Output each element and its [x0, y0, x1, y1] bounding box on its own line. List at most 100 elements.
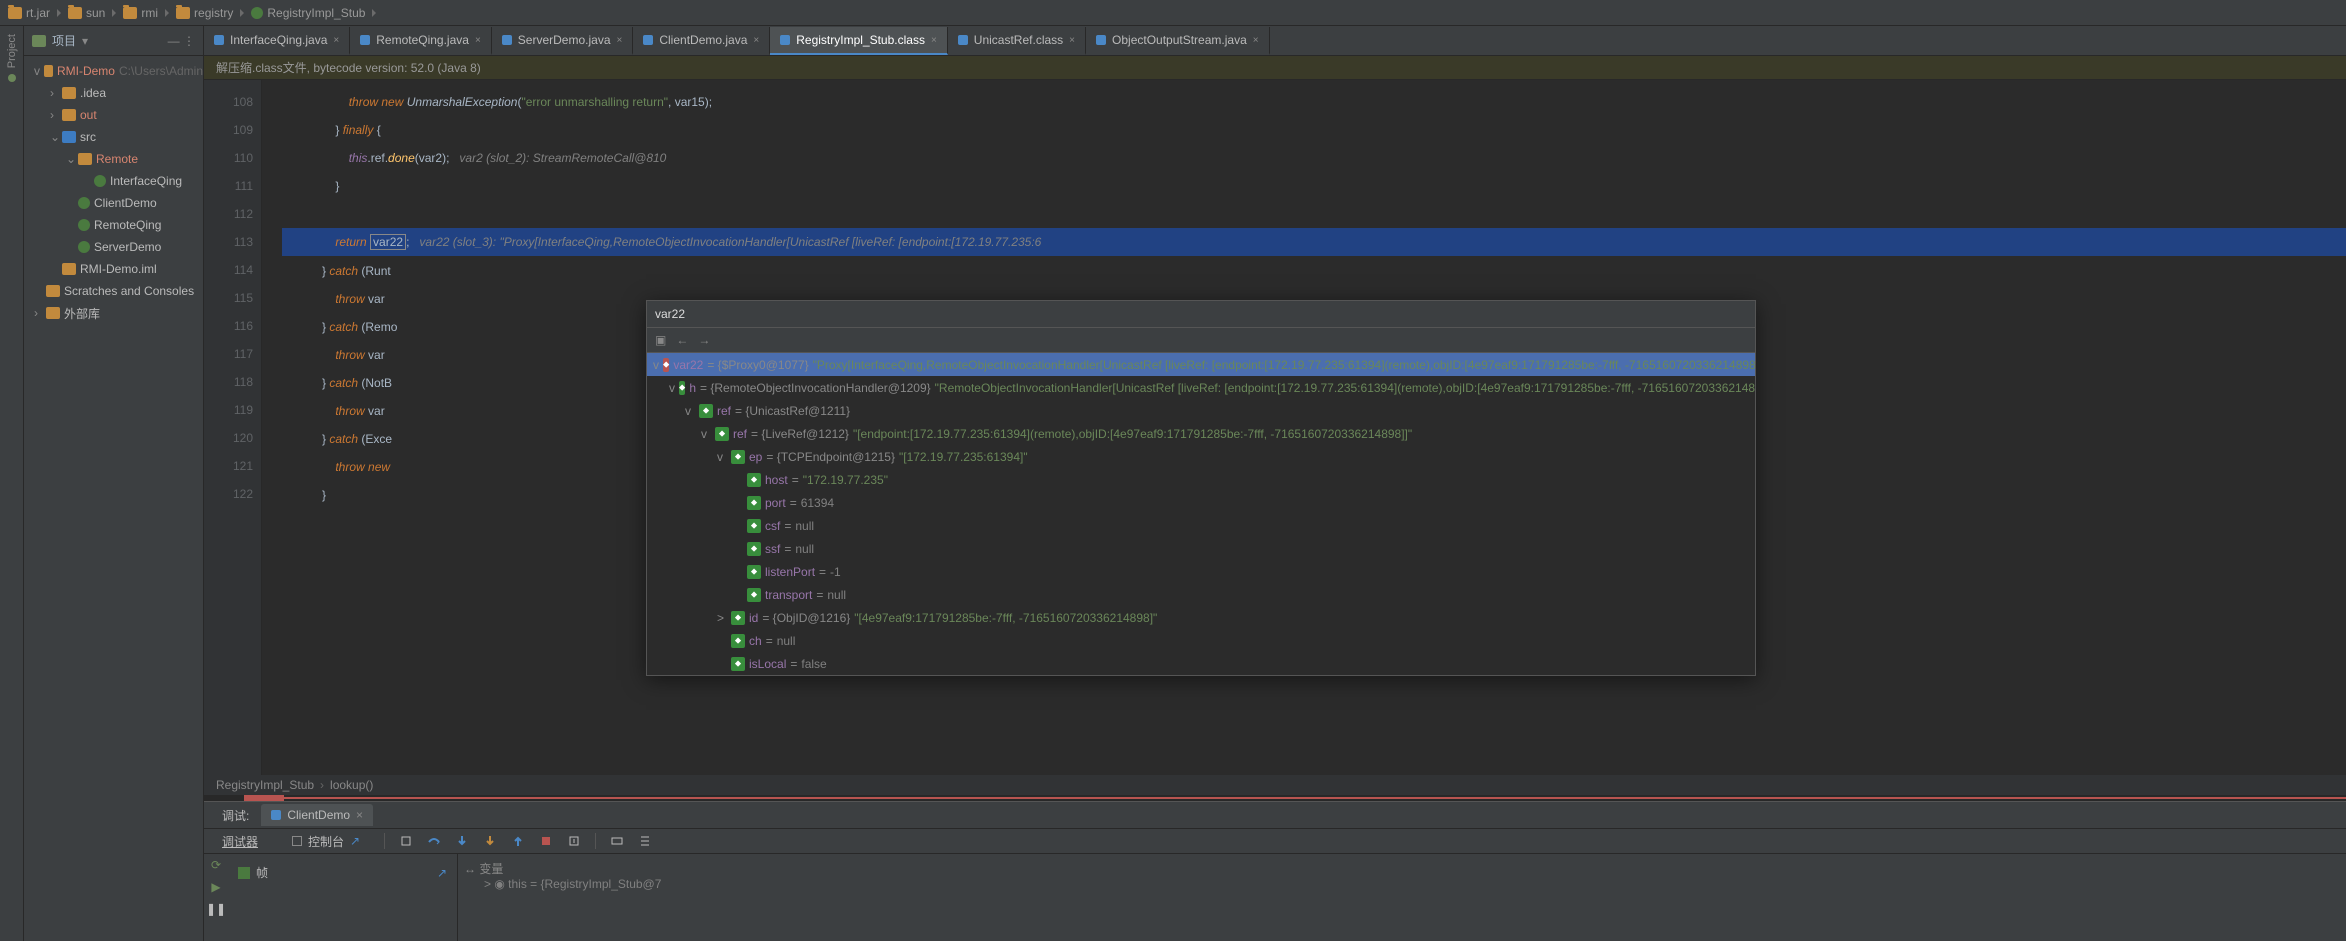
variable-row[interactable]: v⬥ep = {TCPEndpoint@1215} "[172.19.77.23…	[647, 445, 1755, 468]
close-icon[interactable]: ×	[617, 35, 623, 46]
step-out-button[interactable]	[511, 834, 525, 848]
frames-popout-icon[interactable]: ↗	[437, 866, 447, 880]
breadcrumb-item[interactable]: sun	[68, 6, 123, 20]
tree-item[interactable]: ServerDemo	[24, 236, 203, 258]
structure-tool-button[interactable]	[8, 74, 16, 82]
decompile-banner: 解压缩.class文件, bytecode version: 52.0 (Jav…	[204, 56, 2346, 80]
var-tag-icon: ⬥	[731, 634, 745, 648]
popup-nav-back[interactable]: ←	[676, 333, 688, 347]
tree-item[interactable]: RemoteQing	[24, 214, 203, 236]
editor-tab[interactable]: ServerDemo.java×	[492, 27, 634, 55]
jar-icon	[8, 7, 22, 19]
project-tree[interactable]: v RMI-Demo C:\Users\Admin ›.idea›out⌄src…	[24, 56, 203, 941]
tree-item[interactable]: ›out	[24, 104, 203, 126]
variable-row[interactable]: ⬥ssf = null	[647, 537, 1755, 560]
cls-icon	[78, 219, 90, 231]
editor-tab[interactable]: RemoteQing.java×	[350, 27, 492, 55]
run-to-cursor-button[interactable]	[567, 834, 581, 848]
drop-frame-button[interactable]	[539, 834, 553, 848]
variable-row[interactable]: v⬥var22 = {$Proxy0@1077} "Proxy[Interfac…	[647, 353, 1755, 376]
editor-tab[interactable]: ObjectOutputStream.java×	[1086, 27, 1270, 55]
cls-icon	[78, 241, 90, 253]
breadcrumb-item[interactable]: registry	[176, 6, 251, 20]
close-icon[interactable]: ×	[475, 35, 481, 46]
popup-nav-fwd[interactable]: →	[698, 333, 710, 347]
close-icon[interactable]: ×	[1069, 35, 1075, 46]
breadcrumb-item[interactable]: rt.jar	[8, 6, 68, 20]
folder-icon	[44, 65, 53, 77]
folder-icon	[78, 153, 92, 165]
variables-pane[interactable]: ↔ 变量 > ◉ this = {RegistryImpl_Stub@7	[458, 854, 2346, 941]
tree-item[interactable]: ›.idea	[24, 82, 203, 104]
tree-item[interactable]: ›外部库	[24, 302, 203, 324]
folder-icon	[62, 109, 76, 121]
tree-item[interactable]: RMI-Demo.iml	[24, 258, 203, 280]
editor-tab[interactable]: RegistryImpl_Stub.class×	[770, 27, 948, 55]
popup-header: var22	[647, 301, 1755, 327]
tree-item[interactable]: InterfaceQing	[24, 170, 203, 192]
breadcrumb-item[interactable]: rmi	[123, 6, 176, 20]
trace-button[interactable]	[638, 834, 652, 848]
tree-root[interactable]: v RMI-Demo C:\Users\Admin	[24, 60, 203, 82]
close-icon[interactable]: ×	[753, 35, 759, 46]
frame-icon	[238, 867, 250, 879]
folder-icon	[62, 87, 76, 99]
editor-breadcrumb[interactable]: RegistryImpl_Stub›lookup()	[204, 775, 2346, 795]
variable-row[interactable]: ⬥isLocal = false	[647, 652, 1755, 675]
java-icon	[271, 810, 281, 820]
tree-item[interactable]: ⌄src	[24, 126, 203, 148]
force-step-into-button[interactable]	[483, 834, 497, 848]
evaluate-expression-button[interactable]	[610, 834, 624, 848]
var-tag-icon: ⬥	[747, 565, 761, 579]
project-tool-button[interactable]: Project	[6, 30, 18, 72]
resume-button[interactable]: ▶	[211, 880, 220, 894]
inspect-popup[interactable]: var22 ▣ ← → v⬥var22 = {$Proxy0@1077} "Pr…	[646, 300, 1756, 676]
var-tag-icon: ⬥	[699, 404, 713, 418]
console-subtab[interactable]: 控制台↗	[282, 829, 370, 854]
variable-row[interactable]: ⬥port = 61394	[647, 491, 1755, 514]
editor-tab[interactable]: ClientDemo.java×	[633, 27, 770, 55]
close-icon[interactable]: ×	[1253, 35, 1259, 46]
int-icon	[94, 175, 106, 187]
step-over-button[interactable]	[427, 834, 441, 848]
close-icon[interactable]: ×	[931, 35, 937, 46]
var-tag-icon: ⬥	[731, 657, 745, 671]
variable-row[interactable]: ⬥csf = null	[647, 514, 1755, 537]
debug-run-config-tab[interactable]: ClientDemo ×	[261, 804, 373, 826]
rerun-button[interactable]: ⟳	[211, 858, 221, 872]
split-handle[interactable]	[204, 795, 2346, 801]
sidebar-title: 项目	[52, 32, 76, 49]
variable-row[interactable]: v⬥ref = {UnicastRef@1211}	[647, 399, 1755, 422]
sidebar-header: 项目 ▾ — ⋮	[24, 26, 203, 56]
var-tag-icon: ⬥	[731, 450, 745, 464]
file-icon	[643, 35, 653, 45]
sidebar-collapse-button[interactable]: — ⋮	[168, 34, 195, 48]
var-tag-icon: ⬥	[747, 473, 761, 487]
tree-item[interactable]: ClientDemo	[24, 192, 203, 214]
variable-row[interactable]: ⬥ch = null	[647, 629, 1755, 652]
pause-button[interactable]: ❚❚	[206, 902, 226, 916]
step-into-button[interactable]	[455, 834, 469, 848]
editor-tab[interactable]: UnicastRef.class×	[948, 27, 1086, 55]
variable-row[interactable]: v⬥ref = {LiveRef@1212} "[endpoint:[172.1…	[647, 422, 1755, 445]
variable-row[interactable]: ⬥host = "172.19.77.235"	[647, 468, 1755, 491]
tree-item[interactable]: Scratches and Consoles	[24, 280, 203, 302]
show-execution-point-button[interactable]	[399, 834, 413, 848]
popup-nav-pin[interactable]: ▣	[655, 333, 666, 347]
editor-tab[interactable]: InterfaceQing.java×	[204, 27, 350, 55]
debug-toolbar: 调试器 控制台↗	[204, 828, 2346, 854]
frames-pane[interactable]: 帧↗	[228, 854, 458, 941]
tree-item[interactable]: ⌄Remote	[24, 148, 203, 170]
breadcrumb-item[interactable]: RegistryImpl_Stub	[251, 6, 383, 20]
close-icon[interactable]: ×	[356, 808, 363, 822]
cls-icon	[78, 197, 90, 209]
line-gutter[interactable]: 1081091101111121131141151161171181191201…	[204, 80, 262, 775]
variable-row[interactable]: >⬥id = {ObjID@1216} "[4e97eaf9:171791285…	[647, 606, 1755, 629]
debugger-subtab[interactable]: 调试器	[212, 829, 268, 854]
close-icon[interactable]: ×	[333, 35, 339, 46]
console-icon	[292, 836, 302, 846]
variable-row[interactable]: ⬥transport = null	[647, 583, 1755, 606]
class-icon	[251, 7, 263, 19]
variable-row[interactable]: v⬥h = {RemoteObjectInvocationHandler@120…	[647, 376, 1755, 399]
variable-row[interactable]: ⬥listenPort = -1	[647, 560, 1755, 583]
